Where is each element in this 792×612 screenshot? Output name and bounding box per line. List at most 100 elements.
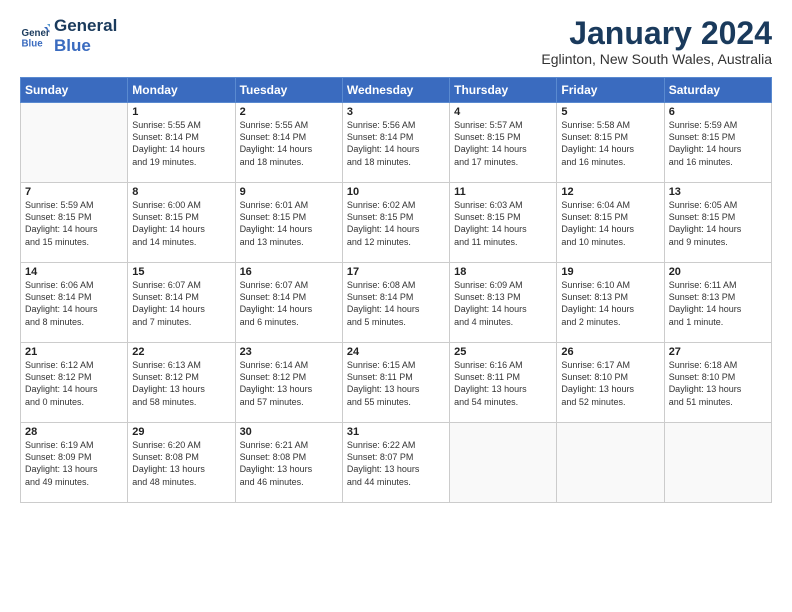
calendar-cell: 16Sunrise: 6:07 AM Sunset: 8:14 PM Dayli… — [235, 263, 342, 343]
calendar-week-5: 28Sunrise: 6:19 AM Sunset: 8:09 PM Dayli… — [21, 423, 772, 503]
calendar-cell: 26Sunrise: 6:17 AM Sunset: 8:10 PM Dayli… — [557, 343, 664, 423]
calendar-cell: 25Sunrise: 6:16 AM Sunset: 8:11 PM Dayli… — [450, 343, 557, 423]
calendar-table: SundayMondayTuesdayWednesdayThursdayFrid… — [20, 77, 772, 503]
day-number: 19 — [561, 266, 659, 278]
calendar-cell: 4Sunrise: 5:57 AM Sunset: 8:15 PM Daylig… — [450, 103, 557, 183]
svg-text:General: General — [22, 28, 51, 39]
day-number: 23 — [240, 346, 338, 358]
day-number: 6 — [669, 106, 767, 118]
weekday-header-wednesday: Wednesday — [342, 78, 449, 103]
calendar-cell: 3Sunrise: 5:56 AM Sunset: 8:14 PM Daylig… — [342, 103, 449, 183]
day-number: 3 — [347, 106, 445, 118]
calendar-cell: 31Sunrise: 6:22 AM Sunset: 8:07 PM Dayli… — [342, 423, 449, 503]
calendar-cell — [557, 423, 664, 503]
calendar-cell — [664, 423, 771, 503]
calendar-cell: 7Sunrise: 5:59 AM Sunset: 8:15 PM Daylig… — [21, 183, 128, 263]
day-number: 21 — [25, 346, 123, 358]
page: General Blue General Blue January 2024 E… — [0, 0, 792, 612]
day-details: Sunrise: 6:07 AM Sunset: 8:14 PM Dayligh… — [132, 279, 230, 328]
day-details: Sunrise: 5:55 AM Sunset: 8:14 PM Dayligh… — [240, 119, 338, 168]
day-details: Sunrise: 6:15 AM Sunset: 8:11 PM Dayligh… — [347, 359, 445, 408]
calendar-cell: 9Sunrise: 6:01 AM Sunset: 8:15 PM Daylig… — [235, 183, 342, 263]
calendar-cell: 17Sunrise: 6:08 AM Sunset: 8:14 PM Dayli… — [342, 263, 449, 343]
weekday-header-monday: Monday — [128, 78, 235, 103]
day-details: Sunrise: 6:12 AM Sunset: 8:12 PM Dayligh… — [25, 359, 123, 408]
day-number: 31 — [347, 426, 445, 438]
calendar-cell: 5Sunrise: 5:58 AM Sunset: 8:15 PM Daylig… — [557, 103, 664, 183]
day-number: 1 — [132, 106, 230, 118]
calendar-cell: 18Sunrise: 6:09 AM Sunset: 8:13 PM Dayli… — [450, 263, 557, 343]
day-details: Sunrise: 5:59 AM Sunset: 8:15 PM Dayligh… — [25, 199, 123, 248]
day-details: Sunrise: 6:17 AM Sunset: 8:10 PM Dayligh… — [561, 359, 659, 408]
weekday-header-sunday: Sunday — [21, 78, 128, 103]
calendar-cell: 30Sunrise: 6:21 AM Sunset: 8:08 PM Dayli… — [235, 423, 342, 503]
calendar-cell: 8Sunrise: 6:00 AM Sunset: 8:15 PM Daylig… — [128, 183, 235, 263]
day-details: Sunrise: 6:05 AM Sunset: 8:15 PM Dayligh… — [669, 199, 767, 248]
day-details: Sunrise: 6:04 AM Sunset: 8:15 PM Dayligh… — [561, 199, 659, 248]
calendar-cell: 24Sunrise: 6:15 AM Sunset: 8:11 PM Dayli… — [342, 343, 449, 423]
calendar-cell: 2Sunrise: 5:55 AM Sunset: 8:14 PM Daylig… — [235, 103, 342, 183]
day-number: 5 — [561, 106, 659, 118]
day-number: 9 — [240, 186, 338, 198]
calendar-week-3: 14Sunrise: 6:06 AM Sunset: 8:14 PM Dayli… — [21, 263, 772, 343]
day-number: 8 — [132, 186, 230, 198]
logo-line2: Blue — [54, 36, 117, 56]
day-details: Sunrise: 6:06 AM Sunset: 8:14 PM Dayligh… — [25, 279, 123, 328]
day-number: 10 — [347, 186, 445, 198]
day-details: Sunrise: 5:59 AM Sunset: 8:15 PM Dayligh… — [669, 119, 767, 168]
calendar-cell: 23Sunrise: 6:14 AM Sunset: 8:12 PM Dayli… — [235, 343, 342, 423]
calendar-cell: 11Sunrise: 6:03 AM Sunset: 8:15 PM Dayli… — [450, 183, 557, 263]
day-number: 14 — [25, 266, 123, 278]
svg-text:Blue: Blue — [22, 38, 44, 49]
calendar-cell: 12Sunrise: 6:04 AM Sunset: 8:15 PM Dayli… — [557, 183, 664, 263]
day-details: Sunrise: 5:55 AM Sunset: 8:14 PM Dayligh… — [132, 119, 230, 168]
weekday-header-row: SundayMondayTuesdayWednesdayThursdayFrid… — [21, 78, 772, 103]
weekday-header-tuesday: Tuesday — [235, 78, 342, 103]
day-number: 13 — [669, 186, 767, 198]
weekday-header-saturday: Saturday — [664, 78, 771, 103]
calendar-cell: 13Sunrise: 6:05 AM Sunset: 8:15 PM Dayli… — [664, 183, 771, 263]
day-details: Sunrise: 6:14 AM Sunset: 8:12 PM Dayligh… — [240, 359, 338, 408]
logo-line1: General — [54, 16, 117, 36]
calendar-week-4: 21Sunrise: 6:12 AM Sunset: 8:12 PM Dayli… — [21, 343, 772, 423]
day-details: Sunrise: 5:57 AM Sunset: 8:15 PM Dayligh… — [454, 119, 552, 168]
day-details: Sunrise: 6:03 AM Sunset: 8:15 PM Dayligh… — [454, 199, 552, 248]
day-details: Sunrise: 6:08 AM Sunset: 8:14 PM Dayligh… — [347, 279, 445, 328]
day-number: 26 — [561, 346, 659, 358]
day-number: 24 — [347, 346, 445, 358]
day-number: 17 — [347, 266, 445, 278]
day-number: 4 — [454, 106, 552, 118]
day-number: 7 — [25, 186, 123, 198]
day-details: Sunrise: 6:07 AM Sunset: 8:14 PM Dayligh… — [240, 279, 338, 328]
calendar-cell: 28Sunrise: 6:19 AM Sunset: 8:09 PM Dayli… — [21, 423, 128, 503]
calendar-cell: 19Sunrise: 6:10 AM Sunset: 8:13 PM Dayli… — [557, 263, 664, 343]
logo-icon: General Blue — [20, 21, 50, 51]
day-details: Sunrise: 6:20 AM Sunset: 8:08 PM Dayligh… — [132, 439, 230, 488]
calendar-cell: 10Sunrise: 6:02 AM Sunset: 8:15 PM Dayli… — [342, 183, 449, 263]
title-area: January 2024 Eglinton, New South Wales, … — [541, 16, 772, 67]
day-number: 11 — [454, 186, 552, 198]
day-number: 2 — [240, 106, 338, 118]
day-details: Sunrise: 5:56 AM Sunset: 8:14 PM Dayligh… — [347, 119, 445, 168]
weekday-header-thursday: Thursday — [450, 78, 557, 103]
day-number: 30 — [240, 426, 338, 438]
day-number: 16 — [240, 266, 338, 278]
location-subtitle: Eglinton, New South Wales, Australia — [541, 51, 772, 67]
day-number: 28 — [25, 426, 123, 438]
calendar-cell — [450, 423, 557, 503]
day-number: 12 — [561, 186, 659, 198]
day-number: 22 — [132, 346, 230, 358]
day-details: Sunrise: 6:21 AM Sunset: 8:08 PM Dayligh… — [240, 439, 338, 488]
day-details: Sunrise: 5:58 AM Sunset: 8:15 PM Dayligh… — [561, 119, 659, 168]
header: General Blue General Blue January 2024 E… — [20, 16, 772, 67]
day-details: Sunrise: 6:13 AM Sunset: 8:12 PM Dayligh… — [132, 359, 230, 408]
calendar-week-1: 1Sunrise: 5:55 AM Sunset: 8:14 PM Daylig… — [21, 103, 772, 183]
day-number: 18 — [454, 266, 552, 278]
calendar-cell: 22Sunrise: 6:13 AM Sunset: 8:12 PM Dayli… — [128, 343, 235, 423]
day-details: Sunrise: 6:22 AM Sunset: 8:07 PM Dayligh… — [347, 439, 445, 488]
calendar-cell: 1Sunrise: 5:55 AM Sunset: 8:14 PM Daylig… — [128, 103, 235, 183]
calendar-cell — [21, 103, 128, 183]
day-number: 25 — [454, 346, 552, 358]
calendar-cell: 29Sunrise: 6:20 AM Sunset: 8:08 PM Dayli… — [128, 423, 235, 503]
calendar-cell: 14Sunrise: 6:06 AM Sunset: 8:14 PM Dayli… — [21, 263, 128, 343]
